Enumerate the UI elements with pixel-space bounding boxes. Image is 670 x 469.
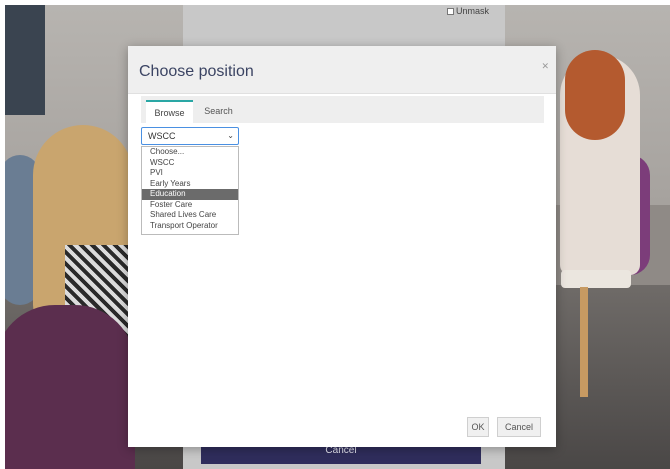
option-choose[interactable]: Choose... bbox=[142, 147, 238, 158]
ok-button[interactable]: OK bbox=[467, 417, 489, 437]
close-icon[interactable]: ✕ bbox=[541, 61, 549, 72]
bg-table-leg bbox=[580, 287, 588, 397]
cancel-button[interactable]: Cancel bbox=[497, 417, 541, 437]
bg-beanbag bbox=[5, 305, 135, 469]
select-value: WSCC bbox=[148, 131, 176, 141]
tab-search[interactable]: Search bbox=[196, 100, 241, 123]
chevron-down-icon: ⌄ bbox=[227, 131, 234, 140]
bg-panel bbox=[5, 5, 45, 115]
unmask-label: Unmask bbox=[456, 6, 490, 16]
tab-bar: Browse Search bbox=[141, 96, 544, 123]
option-pvi[interactable]: PVI bbox=[142, 168, 238, 179]
position-dropdown: Choose... WSCC PVI Early Years Education… bbox=[141, 146, 239, 235]
choose-position-dialog: Choose position ✕ Browse Search WSCC ⌄ C… bbox=[128, 46, 556, 447]
checkbox-icon[interactable] bbox=[447, 7, 454, 15]
option-transport-operator[interactable]: Transport Operator bbox=[142, 221, 238, 232]
option-wscc[interactable]: WSCC bbox=[142, 158, 238, 169]
dialog-title: Choose position bbox=[139, 63, 254, 80]
option-shared-lives-care[interactable]: Shared Lives Care bbox=[142, 210, 238, 221]
bg-table bbox=[561, 270, 631, 288]
option-early-years[interactable]: Early Years bbox=[142, 179, 238, 190]
dialog-header: Choose position ✕ bbox=[128, 46, 556, 94]
tab-browse[interactable]: Browse bbox=[146, 100, 193, 123]
unmask-checkbox[interactable]: Unmask bbox=[447, 6, 489, 16]
option-foster-care[interactable]: Foster Care bbox=[142, 200, 238, 211]
option-education[interactable]: Education bbox=[142, 189, 238, 200]
bg-person-right-hair bbox=[565, 50, 625, 140]
position-select[interactable]: WSCC ⌄ bbox=[141, 127, 239, 145]
